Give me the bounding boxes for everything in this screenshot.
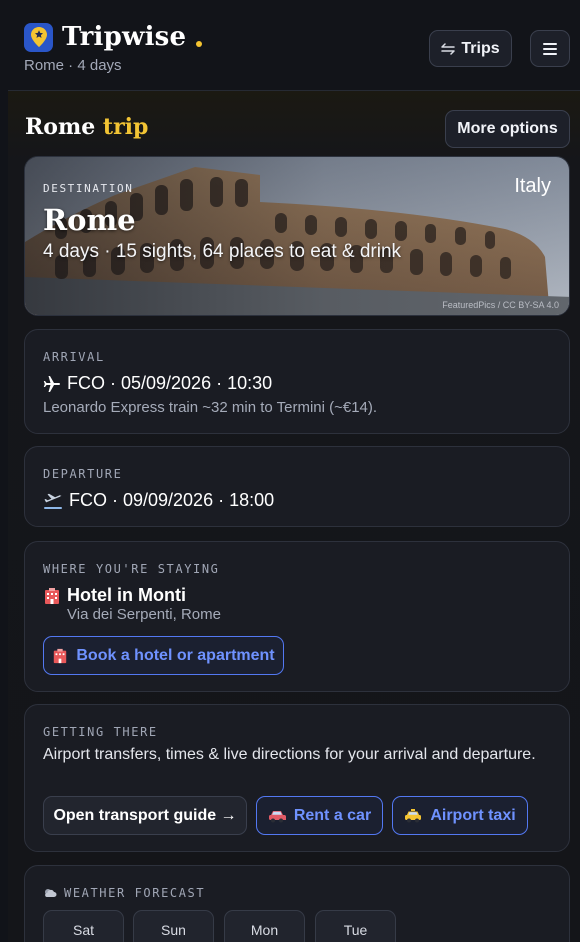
departure-details: FCO · 09/09/2026 · 18:00 bbox=[69, 490, 275, 510]
hero-eyebrow: DESTINATION bbox=[43, 182, 134, 195]
airplane-icon bbox=[43, 375, 60, 392]
arrival-line: FCO · 05/09/2026 · 10:30 bbox=[43, 373, 272, 394]
rent-car-button[interactable]: Rent a car bbox=[256, 796, 383, 835]
airport-taxi-button[interactable]: Airport taxi bbox=[392, 796, 528, 835]
book-hotel-label: Book a hotel or apartment bbox=[76, 646, 275, 664]
stay-eyebrow: WHERE YOU'RE STAYING bbox=[43, 562, 220, 576]
weather-eyebrow-row: WEATHER FORECAST bbox=[43, 886, 205, 900]
car-icon bbox=[268, 810, 286, 822]
stay-line: Hotel in Monti bbox=[43, 585, 186, 606]
forecast-day-tue[interactable]: Tue bbox=[315, 910, 396, 942]
forecast-day-mon[interactable]: Mon bbox=[224, 910, 305, 942]
weather-card: WEATHER FORECAST Sat Sun Mon Tue bbox=[24, 865, 570, 942]
transport-card: GETTING THERE Airport transfers, times &… bbox=[24, 704, 570, 852]
map-pin-logo-icon bbox=[24, 22, 53, 52]
stay-card: WHERE YOU'RE STAYING Hotel in Monti Via … bbox=[24, 541, 570, 692]
arrival-eyebrow: ARRIVAL bbox=[43, 350, 105, 364]
hero-country: Italy bbox=[514, 175, 551, 197]
brand[interactable]: Tripwise bbox=[24, 22, 203, 52]
taxi-icon bbox=[405, 808, 422, 822]
departure-line: FCO · 09/09/2026 · 18:00 bbox=[43, 490, 274, 511]
hero-summary: 4 days · 15 sights, 64 places to eat & d… bbox=[43, 241, 402, 262]
transport-description: Airport transfers, times & live directio… bbox=[43, 746, 536, 763]
hotel-icon bbox=[54, 648, 67, 663]
app-header: Tripwise Rome · 4 days Trips bbox=[0, 0, 580, 90]
menu-button[interactable] bbox=[530, 30, 570, 67]
departure-card: DEPARTURE FCO · 09/09/2026 · 18:00 bbox=[24, 446, 570, 527]
trips-button-label: Trips bbox=[461, 39, 500, 57]
transport-eyebrow: GETTING THERE bbox=[43, 725, 158, 739]
forecast-day-sat[interactable]: Sat bbox=[43, 910, 124, 942]
hero-city: Rome bbox=[43, 203, 136, 237]
weather-eyebrow: WEATHER FORECAST bbox=[64, 886, 206, 900]
trip-subtitle: Rome · 4 days bbox=[24, 57, 122, 74]
book-hotel-button[interactable]: Book a hotel or apartment bbox=[43, 636, 284, 675]
hotel-icon bbox=[45, 587, 59, 604]
hotel-address: Via dei Serpenti, Rome bbox=[67, 606, 221, 623]
hotel-name: Hotel in Monti bbox=[67, 585, 186, 605]
more-options-button[interactable]: More options bbox=[445, 110, 570, 148]
weather-icon bbox=[45, 889, 57, 897]
trips-button[interactable]: Trips bbox=[429, 30, 512, 67]
page-title-city: Rome bbox=[25, 114, 96, 140]
destination-hero: DESTINATION Italy Rome 4 days · 15 sight… bbox=[24, 156, 570, 316]
swap-arrows-icon bbox=[441, 42, 456, 55]
arrival-card: ARRIVAL FCO · 05/09/2026 · 10:30 Leonard… bbox=[24, 329, 570, 434]
departing-plane-icon bbox=[44, 493, 62, 509]
hamburger-icon bbox=[543, 42, 557, 55]
brand-dot bbox=[196, 41, 203, 47]
arrival-note: Leonardo Express train ~32 min to Termin… bbox=[43, 399, 378, 416]
forecast-day-sun[interactable]: Sun bbox=[133, 910, 214, 942]
departure-eyebrow: DEPARTURE bbox=[43, 467, 123, 481]
page-title: Rome trip bbox=[25, 114, 148, 140]
image-credit[interactable]: FeaturedPics / CC BY-SA 4.0 bbox=[442, 300, 559, 310]
brand-name: Tripwise bbox=[62, 22, 187, 52]
open-transport-guide-button[interactable]: Open transport guide → bbox=[43, 796, 247, 835]
arrival-details: FCO · 05/09/2026 · 10:30 bbox=[67, 373, 273, 393]
airport-taxi-label: Airport taxi bbox=[430, 806, 516, 824]
page-title-word: trip bbox=[102, 114, 149, 140]
rent-car-label: Rent a car bbox=[293, 806, 372, 824]
